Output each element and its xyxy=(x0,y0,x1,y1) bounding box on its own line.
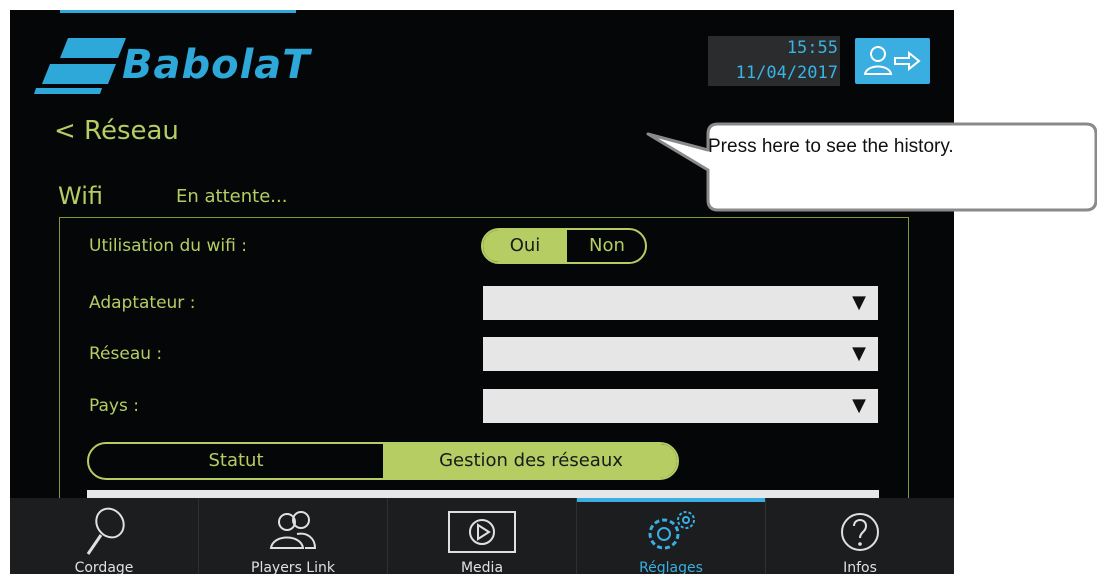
adapter-select[interactable]: ▼ xyxy=(483,286,878,320)
babolat-logo: BabolaT xyxy=(30,38,350,96)
nav-item-cordage[interactable]: Cordage xyxy=(10,498,199,574)
play-icon xyxy=(448,511,516,553)
tab-network-management[interactable]: Gestion des réseaux xyxy=(383,444,677,478)
nav-item-media[interactable]: Media xyxy=(388,498,577,574)
app-screen: BabolaT 15:55 11/04/2017 < Réseau Wifi E… xyxy=(10,10,954,574)
logo-wordmark: BabolaT xyxy=(122,42,311,88)
network-label: Réseau : xyxy=(89,344,163,364)
top-accent-strip xyxy=(60,10,296,13)
bottom-nav: Cordage Players Link Media Réglages Info… xyxy=(10,498,954,574)
network-subtabs: Statut Gestion des réseaux xyxy=(87,442,679,480)
wifi-toggle[interactable]: Oui Non xyxy=(481,228,647,264)
toggle-non[interactable]: Non xyxy=(567,230,645,262)
racket-icon xyxy=(86,507,125,555)
section-title: Wifi xyxy=(58,182,103,210)
help-icon xyxy=(841,513,879,551)
gears-icon xyxy=(648,511,695,550)
nav-label: Infos xyxy=(843,560,877,574)
callout-bubble xyxy=(646,122,1097,212)
country-label: Pays : xyxy=(89,396,139,416)
clock-time: 15:55 xyxy=(786,38,838,58)
logo-mark-icon xyxy=(34,38,126,94)
wifi-status-text: En attente... xyxy=(176,186,288,207)
nav-label: Players Link xyxy=(251,560,335,574)
back-button[interactable]: < Réseau xyxy=(54,116,179,146)
adapter-label: Adaptateur : xyxy=(89,293,196,313)
content-list-strip xyxy=(87,490,879,498)
toggle-oui[interactable]: Oui xyxy=(483,230,567,262)
user-exit-icon xyxy=(863,46,921,75)
country-select[interactable]: ▼ xyxy=(483,389,878,423)
callout-text: Press here to see the history. xyxy=(708,136,954,157)
active-tab-indicator xyxy=(577,498,765,502)
nav-item-infos[interactable]: Infos xyxy=(766,498,954,574)
players-icon xyxy=(269,511,317,549)
dropdown-arrow-icon: ▼ xyxy=(852,292,866,313)
nav-label: Cordage xyxy=(74,560,134,574)
nav-label: Réglages xyxy=(639,560,703,574)
dropdown-arrow-icon: ▼ xyxy=(852,395,866,416)
nav-item-reglages[interactable]: Réglages xyxy=(577,498,766,574)
nav-label: Media xyxy=(460,560,504,574)
dropdown-arrow-icon: ▼ xyxy=(852,343,866,364)
nav-item-players-link[interactable]: Players Link xyxy=(199,498,388,574)
datetime-display: 15:55 11/04/2017 xyxy=(708,36,840,86)
clock-date: 11/04/2017 xyxy=(735,63,838,83)
wifi-usage-label: Utilisation du wifi : xyxy=(89,236,247,256)
tab-status[interactable]: Statut xyxy=(89,444,383,478)
logout-button[interactable] xyxy=(855,38,930,84)
network-select[interactable]: ▼ xyxy=(483,337,878,371)
